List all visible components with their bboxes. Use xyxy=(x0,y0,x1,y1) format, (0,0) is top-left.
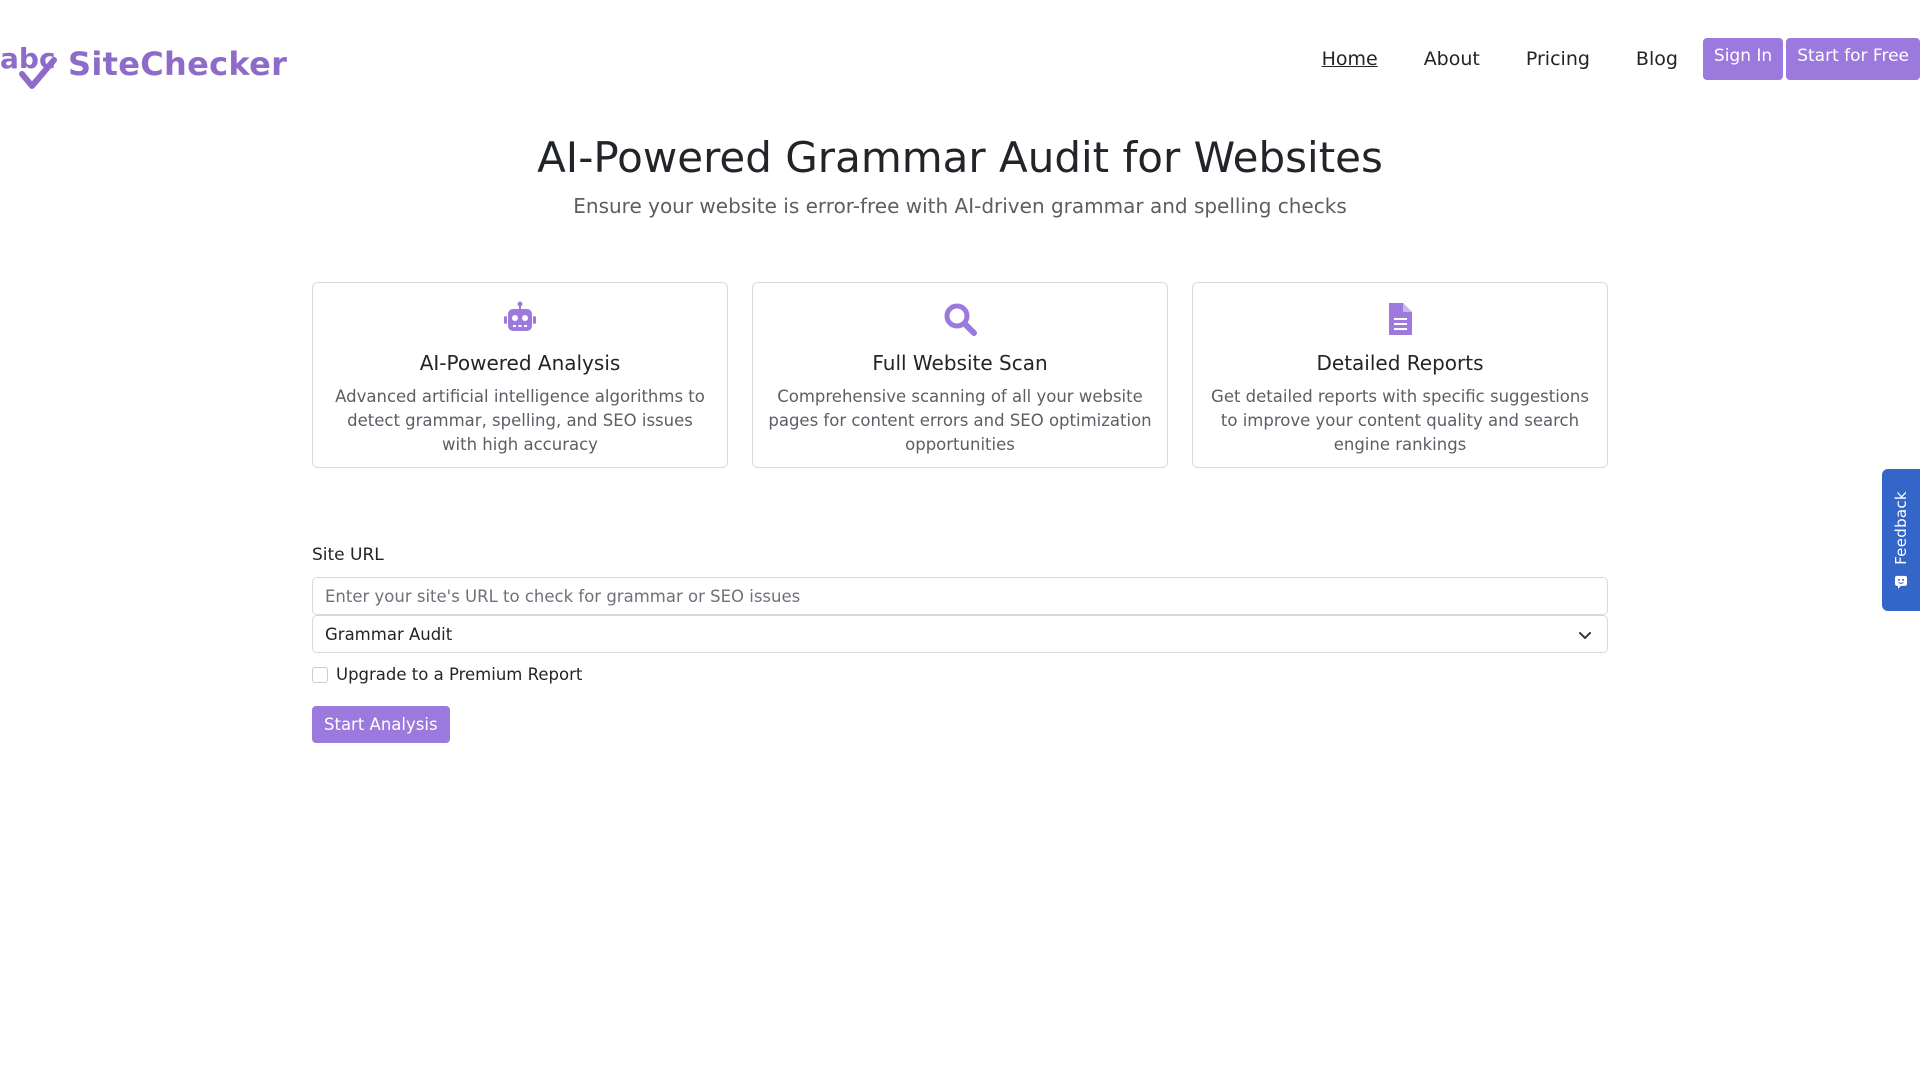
features-row: AI-Powered Analysis Advanced artificial … xyxy=(312,282,1608,468)
robot-icon xyxy=(504,301,536,331)
feedback-icon xyxy=(1895,575,1907,589)
document-icon xyxy=(1389,303,1412,335)
main-nav: Home About Pricing Blog Sign In Start fo… xyxy=(1322,38,1920,80)
audit-type-select[interactable]: Grammar Audit xyxy=(312,615,1608,653)
feedback-tab-content: Feedback xyxy=(1892,491,1910,589)
feature-title: Detailed Reports xyxy=(1316,351,1484,375)
premium-report-label[interactable]: Upgrade to a Premium Report xyxy=(336,663,582,687)
nav-link-about[interactable]: About xyxy=(1424,38,1480,80)
feature-title: AI-Powered Analysis xyxy=(419,351,621,375)
feature-title: Full Website Scan xyxy=(872,351,1048,375)
feature-card-detailed-reports: Detailed Reports Get detailed reports wi… xyxy=(1192,282,1608,468)
abc-check-logo-icon: abc xyxy=(0,42,57,89)
nav-link-home[interactable]: Home xyxy=(1322,38,1378,80)
site-url-input[interactable] xyxy=(312,577,1608,615)
start-analysis-button[interactable]: Start Analysis xyxy=(312,706,450,743)
feature-description: Comprehensive scanning of all your websi… xyxy=(768,387,1152,454)
premium-report-checkbox[interactable] xyxy=(312,667,328,683)
search-icon xyxy=(944,303,977,336)
feature-card-ai-analysis: AI-Powered Analysis Advanced artificial … xyxy=(312,282,728,468)
feature-description: Get detailed reports with specific sugge… xyxy=(1211,387,1589,454)
audit-type-selected-value: Grammar Audit xyxy=(325,624,453,644)
chevron-down-icon xyxy=(1579,632,1591,639)
feedback-label: Feedback xyxy=(1892,491,1910,565)
feature-description: Advanced artificial intelligence algorit… xyxy=(335,387,705,454)
premium-report-option: Upgrade to a Premium Report xyxy=(312,663,1608,687)
sign-in-button[interactable]: Sign In xyxy=(1702,38,1784,80)
start-for-free-button[interactable]: Start for Free xyxy=(1786,38,1920,80)
feature-card-full-scan: Full Website Scan Comprehensive scanning… xyxy=(752,282,1168,468)
brand-name: SiteChecker xyxy=(68,45,288,83)
feedback-tab[interactable]: Feedback xyxy=(1882,469,1920,611)
brand-link[interactable]: abc SiteChecker xyxy=(0,38,287,90)
hero-section: AI-Powered Grammar Audit for Websites En… xyxy=(0,128,1920,220)
page-title: AI-Powered Grammar Audit for Websites xyxy=(537,133,1383,182)
nav-link-blog[interactable]: Blog xyxy=(1636,38,1678,80)
site-header: abc SiteChecker Home About Pricing Blog … xyxy=(0,0,1920,120)
site-url-label: Site URL xyxy=(312,545,384,565)
page-subtitle: Ensure your website is error-free with A… xyxy=(573,194,1347,218)
audit-form: Site URL Grammar Audit Upgrade to a Prem… xyxy=(312,543,1608,743)
nav-link-pricing[interactable]: Pricing xyxy=(1526,38,1590,80)
